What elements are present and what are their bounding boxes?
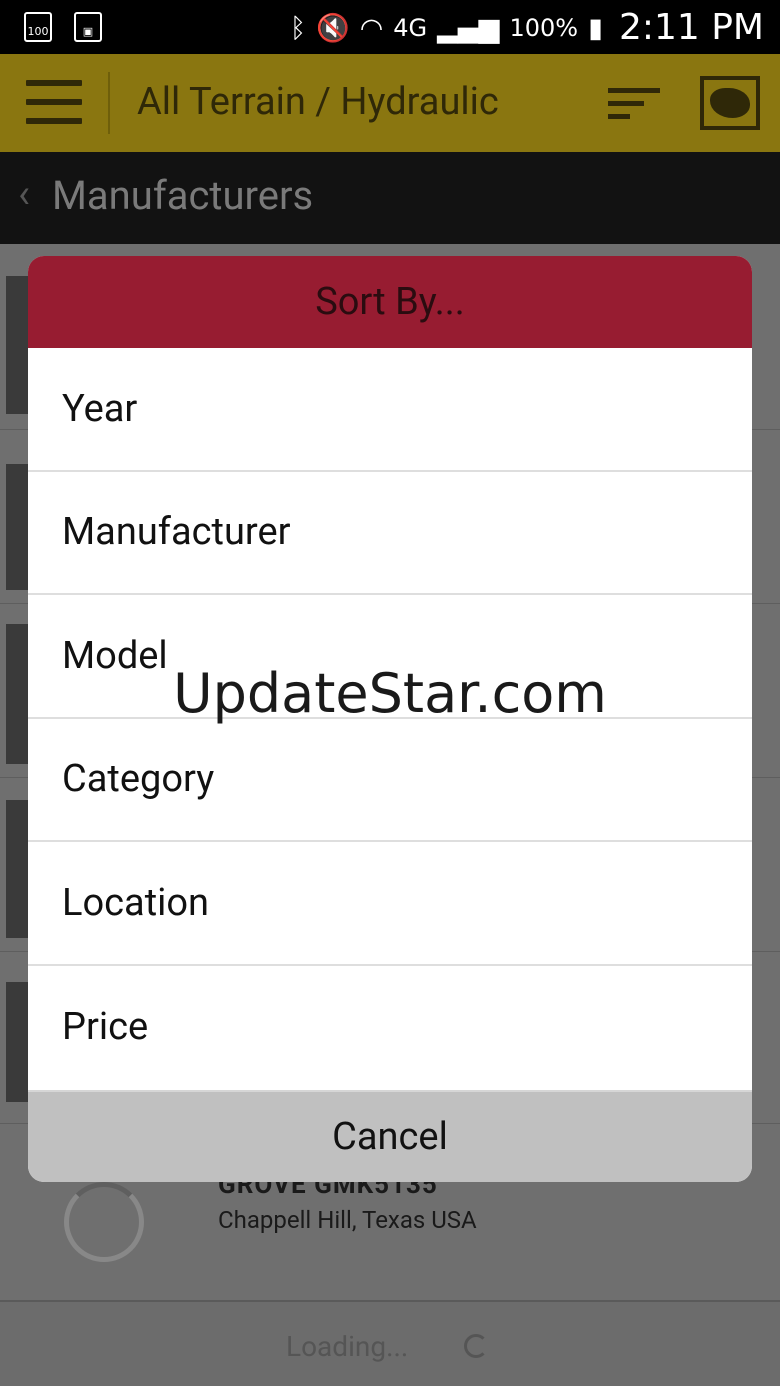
sort-option-category[interactable]: Category — [28, 718, 752, 842]
loading-footer: Loading... — [0, 1300, 780, 1386]
cancel-button[interactable]: Cancel — [28, 1090, 752, 1182]
app-bar-divider — [108, 72, 110, 134]
sort-icon[interactable] — [608, 88, 660, 124]
chevron-left-icon: ‹ — [18, 170, 31, 217]
status-time: 2:11 PM — [618, 7, 764, 48]
breadcrumb[interactable]: ‹ Manufacturers — [0, 152, 780, 244]
sort-option-price[interactable]: Price — [28, 965, 752, 1089]
app-bar: All Terrain / Hydraulic — [0, 54, 780, 152]
sort-option-location[interactable]: Location — [28, 842, 752, 966]
storage-badge-icon: 100 — [24, 12, 52, 42]
breadcrumb-label: Manufacturers — [52, 172, 314, 219]
image-notification-icon: ▣ — [74, 12, 102, 42]
battery-percent: 100% — [509, 13, 579, 42]
list-item-location: Chappell Hill, Texas USA — [218, 1206, 477, 1234]
sort-option-year[interactable]: Year — [28, 348, 752, 472]
map-icon[interactable] — [700, 76, 760, 130]
status-bar: 100 ▣ ᛒ 🔇 ◠ 4G ▂▄▆ 100% ▮ 2:11 PM — [0, 0, 780, 54]
hamburger-menu-icon[interactable] — [26, 80, 82, 126]
page-title: All Terrain / Hydraulic — [137, 80, 499, 124]
wifi-icon: ◠ — [359, 11, 384, 44]
loading-spinner-icon — [464, 1334, 488, 1358]
loading-text: Loading... — [286, 1330, 409, 1363]
network-type: 4G — [393, 13, 428, 42]
dialog-title: Sort By... — [28, 256, 752, 348]
storage-badge-text: 100 — [27, 25, 49, 38]
loading-spinner-icon — [64, 1182, 144, 1262]
sort-option-manufacturer[interactable]: Manufacturer — [28, 471, 752, 595]
signal-icon: ▂▄▆ — [437, 11, 500, 44]
battery-icon: ▮ — [588, 11, 603, 44]
mute-icon: 🔇 — [316, 11, 350, 44]
watermark-text: UpdateStar.com — [173, 662, 607, 725]
bluetooth-icon: ᛒ — [289, 11, 307, 44]
